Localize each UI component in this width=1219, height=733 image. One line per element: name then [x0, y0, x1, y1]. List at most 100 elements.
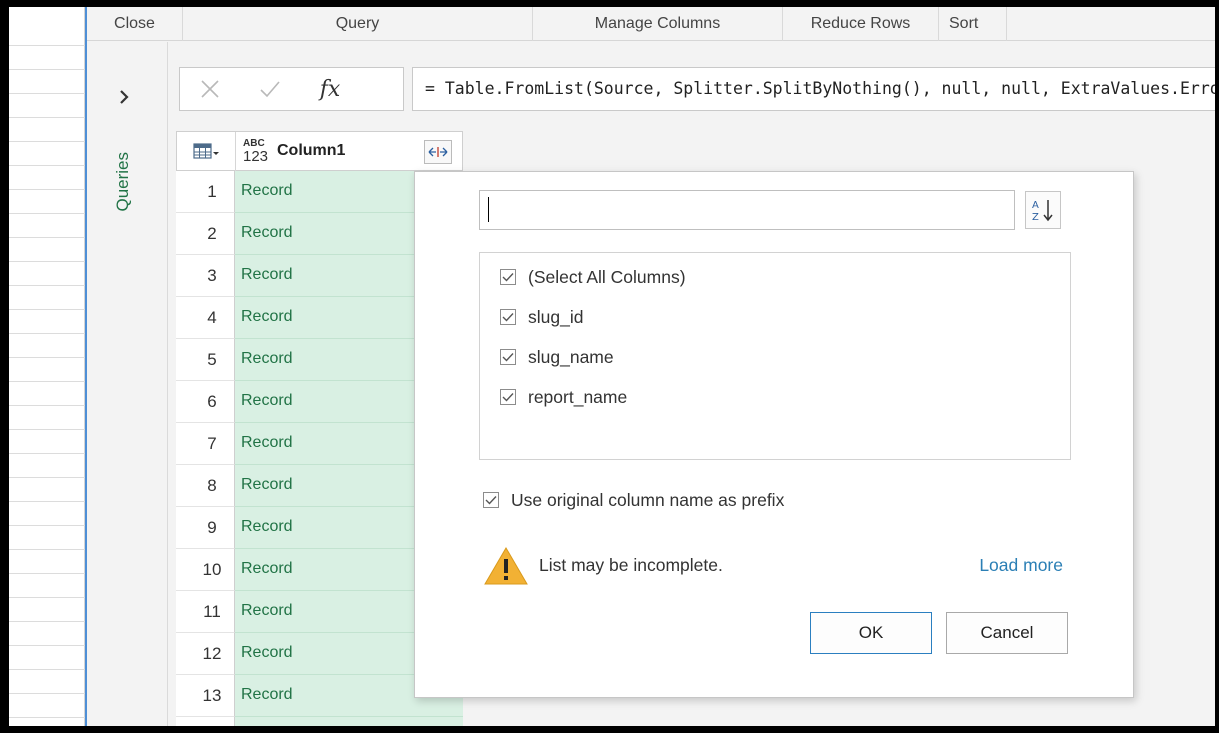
grid-line	[9, 645, 85, 646]
prefix-option[interactable]: Use original column name as prefix	[483, 486, 784, 514]
warning-text: List may be incomplete.	[539, 555, 723, 575]
checkbox[interactable]	[500, 349, 516, 365]
checkbox[interactable]	[500, 389, 516, 405]
grid-line	[9, 453, 85, 454]
type-badge-bottom: 123	[243, 148, 269, 165]
row-number: 12	[176, 633, 235, 675]
screen: Close Query Manage Columns Reduce Rows S…	[9, 7, 1215, 726]
grid-line	[9, 357, 85, 358]
row-number: 11	[176, 591, 235, 633]
ribbon-group-label: Reduce Rows	[810, 15, 911, 32]
checkbox[interactable]	[500, 269, 516, 285]
option-label: (Select All Columns)	[528, 266, 686, 287]
ribbon-group-sort[interactable]: Sort	[939, 7, 1007, 41]
grid-line	[9, 45, 85, 46]
grid-line	[9, 309, 85, 310]
expand-column-button[interactable]	[424, 140, 452, 164]
grid-line	[9, 381, 85, 382]
grid-line	[9, 477, 85, 478]
row-number: 5	[176, 339, 235, 381]
checkbox[interactable]	[500, 309, 516, 325]
expand-columns-dropdown: A Z (Select All Columns) slug_id slug_na…	[414, 171, 1134, 698]
formula-bar: fx = Table.FromList(Source, Splitter.Spl…	[179, 67, 1215, 111]
grid-line	[9, 669, 85, 670]
grid-line	[9, 117, 85, 118]
option-label: report_name	[528, 386, 628, 407]
formula-input[interactable]: = Table.FromList(Source, Splitter.SplitB…	[412, 67, 1215, 111]
any-type-icon[interactable]: ABC 123	[243, 138, 268, 164]
row-number: 10	[176, 549, 235, 591]
table-header: ABC 123 Column1	[176, 131, 463, 172]
column-header-name[interactable]: Column1	[277, 142, 345, 160]
record-cell[interactable]	[235, 717, 463, 726]
insert-function-button[interactable]: fx	[300, 68, 360, 110]
grid-line	[9, 261, 85, 262]
queries-pane: Queries	[87, 42, 168, 726]
expand-queries-button[interactable]	[109, 82, 139, 112]
row-number	[176, 717, 235, 726]
svg-text:A: A	[1032, 200, 1039, 211]
column-search-input[interactable]	[479, 190, 1015, 230]
row-number: 9	[176, 507, 235, 549]
row-number: 2	[176, 213, 235, 255]
check-icon	[260, 81, 280, 98]
row-number: 8	[176, 465, 235, 507]
fx-icon: fx	[319, 76, 341, 102]
incomplete-list-warning: List may be incomplete. Load more	[483, 546, 1063, 586]
option-label: slug_name	[528, 346, 614, 367]
grid-line	[9, 405, 85, 406]
prefix-label: Use original column name as prefix	[511, 489, 785, 510]
queries-label: Queries	[113, 152, 132, 212]
ribbon-group-close[interactable]: Close	[87, 7, 183, 41]
column-option-slug-name[interactable]: slug_name	[500, 343, 614, 371]
sort-columns-button[interactable]: A Z	[1025, 191, 1061, 229]
grid-line	[9, 93, 85, 94]
check-icon	[502, 393, 514, 402]
check-icon	[502, 313, 514, 322]
grid-line	[9, 69, 85, 70]
grid-line	[9, 213, 85, 214]
row-number: 3	[176, 255, 235, 297]
sort-az-icon: A Z	[1032, 200, 1053, 223]
warning-icon	[484, 547, 528, 585]
table-menu-button[interactable]	[177, 132, 236, 172]
grid-line	[9, 285, 85, 286]
table-icon	[193, 143, 219, 159]
excel-grid-strip	[9, 7, 85, 726]
column-option-report-name[interactable]: report_name	[500, 383, 627, 411]
check-icon	[502, 273, 514, 282]
select-all-columns-option[interactable]: (Select All Columns)	[500, 263, 686, 291]
table-row	[176, 717, 463, 726]
expand-arrows-icon	[428, 147, 448, 157]
ribbon-group-label: Query	[335, 15, 380, 32]
row-number: 7	[176, 423, 235, 465]
prefix-checkbox[interactable]	[483, 492, 499, 508]
grid-line	[9, 501, 85, 502]
grid-line	[9, 621, 85, 622]
commit-formula-button[interactable]	[240, 68, 300, 110]
cancel-formula-button[interactable]	[180, 68, 240, 110]
row-number: 13	[176, 675, 235, 717]
ok-button[interactable]: OK	[810, 612, 932, 654]
ribbon: Close Query Manage Columns Reduce Rows S…	[87, 7, 1215, 41]
ribbon-group-reduce-rows[interactable]: Reduce Rows	[783, 7, 939, 41]
grid-line	[9, 141, 85, 142]
check-icon	[502, 353, 514, 362]
grid-line	[9, 333, 85, 334]
grid-line	[9, 525, 85, 526]
close-icon	[201, 80, 219, 98]
grid-line	[9, 717, 85, 718]
column-option-slug-id[interactable]: slug_id	[500, 303, 583, 331]
formula-buttons: fx	[179, 67, 404, 111]
ribbon-group-label: Close	[114, 15, 155, 32]
cancel-button[interactable]: Cancel	[946, 612, 1068, 654]
row-number: 6	[176, 381, 235, 423]
ribbon-group-manage-columns[interactable]: Manage Columns	[533, 7, 783, 41]
column-checklist: (Select All Columns) slug_id slug_name r…	[479, 252, 1071, 460]
text-caret	[488, 197, 489, 222]
load-more-link[interactable]: Load more	[979, 555, 1063, 576]
grid-line	[9, 237, 85, 238]
row-number: 1	[176, 171, 235, 213]
ribbon-group-query[interactable]: Query	[183, 7, 533, 41]
row-number: 4	[176, 297, 235, 339]
